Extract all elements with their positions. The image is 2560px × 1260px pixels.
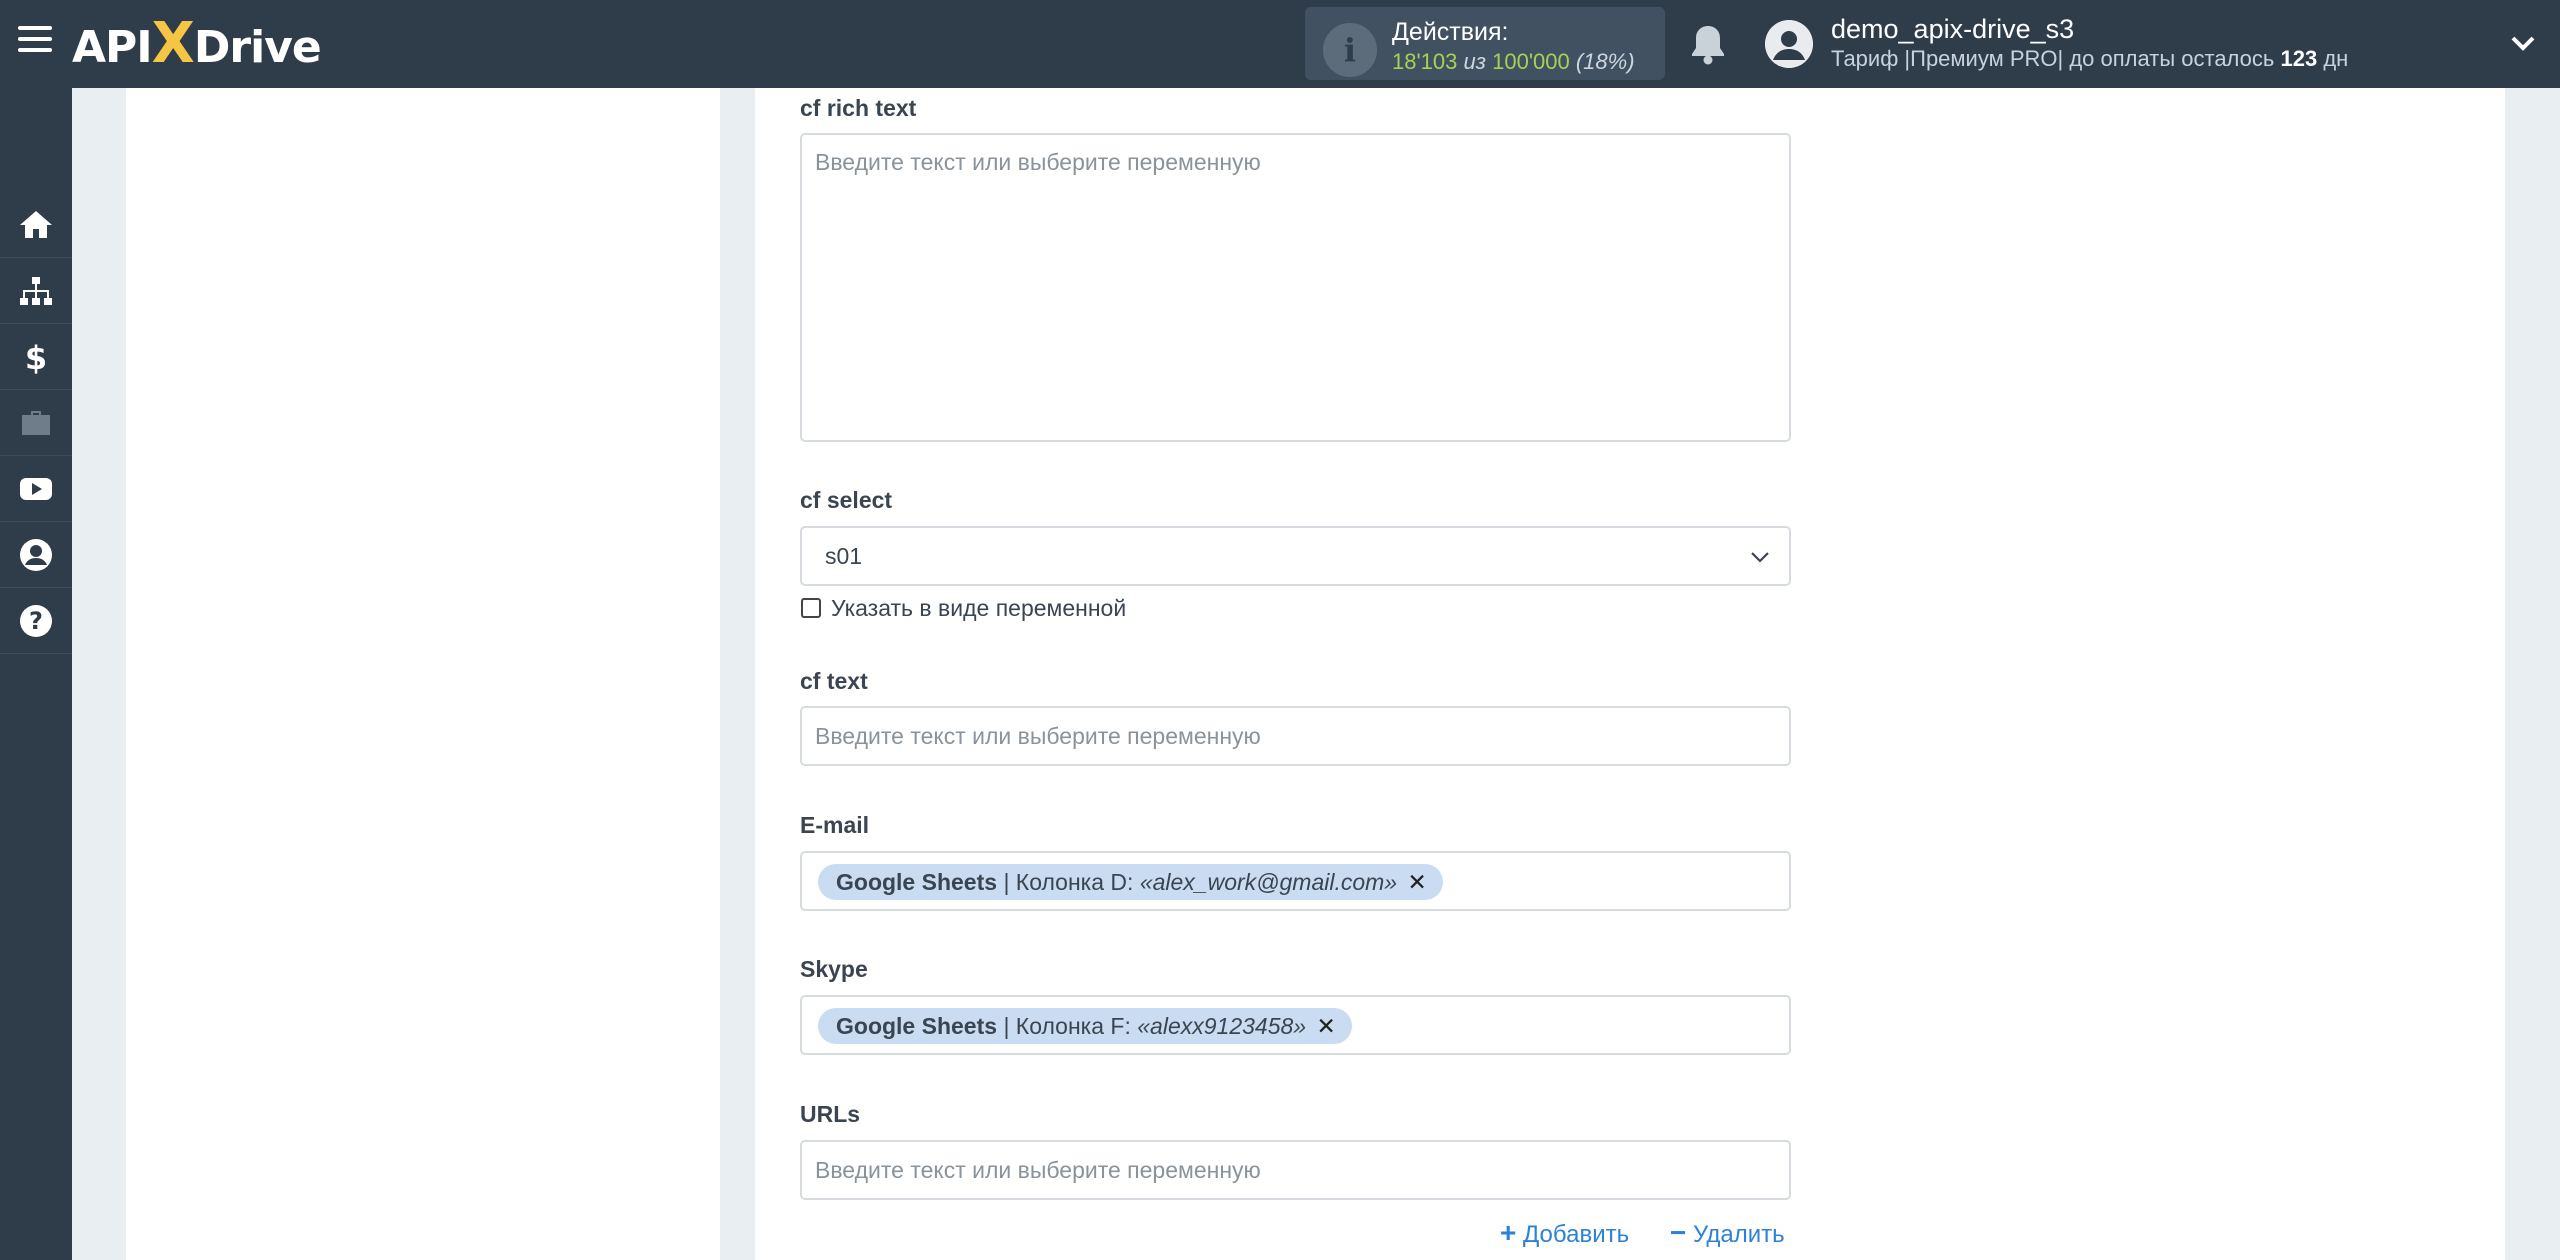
email-input[interactable]: Google Sheets | Колонка D: «alex_work@gm…	[800, 851, 1791, 911]
cf-text-label: cf text	[800, 668, 868, 694]
apixdrive-logo[interactable]: APIXDrive	[72, 14, 322, 74]
sidebar-item-home[interactable]	[0, 192, 72, 258]
cf-rich-text-label: cf rich text	[800, 95, 917, 121]
menu-icon[interactable]	[18, 26, 52, 56]
sidebar-item-services[interactable]	[0, 390, 72, 456]
sidebar-item-connections[interactable]	[0, 258, 72, 324]
close-icon[interactable]: ✕	[1316, 1013, 1335, 1039]
sidebar-item-help[interactable]: ?	[0, 588, 72, 654]
plus-icon: +	[1500, 1217, 1517, 1248]
variable-checkbox-row[interactable]: Указать в виде переменной	[801, 595, 1126, 621]
variable-checkbox-label: Указать в виде переменной	[831, 594, 1127, 621]
variable-tag: Google Sheets | Колонка F: «alexx9123458…	[818, 1008, 1352, 1044]
avatar[interactable]	[1765, 20, 1813, 68]
sitemap-icon	[20, 276, 52, 305]
left-panel	[126, 88, 720, 1260]
cf-rich-text-textarea[interactable]: Введите текст или выберите переменную	[800, 133, 1791, 442]
cf-select-value: s01	[825, 543, 863, 569]
home-icon	[20, 210, 52, 238]
sidebar-item-billing[interactable]: $	[0, 324, 72, 390]
user-circle-icon	[20, 538, 52, 571]
skype-label: Skype	[800, 956, 868, 982]
svg-text:$: $	[25, 339, 47, 375]
sidebar: $ ?	[0, 88, 72, 1260]
variable-tag: Google Sheets | Колонка D: «alex_work@gm…	[818, 864, 1443, 900]
cf-text-input[interactable]: Введите текст или выберите переменную	[800, 706, 1791, 766]
cf-select-label: cf select	[800, 487, 893, 513]
plan-info: Тариф |Премиум PRO| до оплаты осталось 1…	[1831, 46, 2349, 71]
add-button[interactable]: + Добавить	[1500, 1217, 1629, 1249]
actions-title: Действия:	[1392, 18, 1509, 46]
actions-counter: i Действия: 18'103 из 100'000 (18%)	[1305, 7, 1665, 80]
question-circle-icon: ?	[20, 604, 52, 637]
email-label: E-mail	[800, 812, 870, 838]
info-icon: i	[1323, 23, 1377, 77]
remove-button[interactable]: − Удалить	[1670, 1217, 1785, 1249]
close-icon[interactable]: ✕	[1407, 869, 1426, 895]
minus-icon: −	[1670, 1217, 1687, 1248]
urls-input[interactable]: Введите текст или выберите переменную	[800, 1140, 1791, 1200]
sidebar-item-profile[interactable]	[0, 522, 72, 588]
username[interactable]: demo_apix-drive_s3	[1831, 14, 2074, 45]
youtube-icon	[20, 477, 52, 500]
skype-input[interactable]: Google Sheets | Колонка F: «alexx9123458…	[800, 995, 1791, 1055]
dollar-icon: $	[25, 339, 47, 375]
svg-text:?: ?	[29, 607, 43, 635]
urls-label: URLs	[800, 1101, 861, 1127]
chevron-down-icon	[1751, 552, 1769, 563]
chevron-down-icon[interactable]	[2508, 28, 2538, 58]
top-bar: APIXDrive i Действия: 18'103 из 100'000 …	[0, 0, 2560, 88]
bell-icon[interactable]	[1688, 22, 1728, 66]
sidebar-item-videos[interactable]	[0, 456, 72, 522]
cf-select-dropdown[interactable]: s01	[800, 526, 1791, 586]
briefcase-icon	[22, 410, 50, 435]
actions-usage: 18'103 из 100'000 (18%)	[1392, 49, 1635, 74]
variable-checkbox[interactable]	[801, 598, 821, 618]
